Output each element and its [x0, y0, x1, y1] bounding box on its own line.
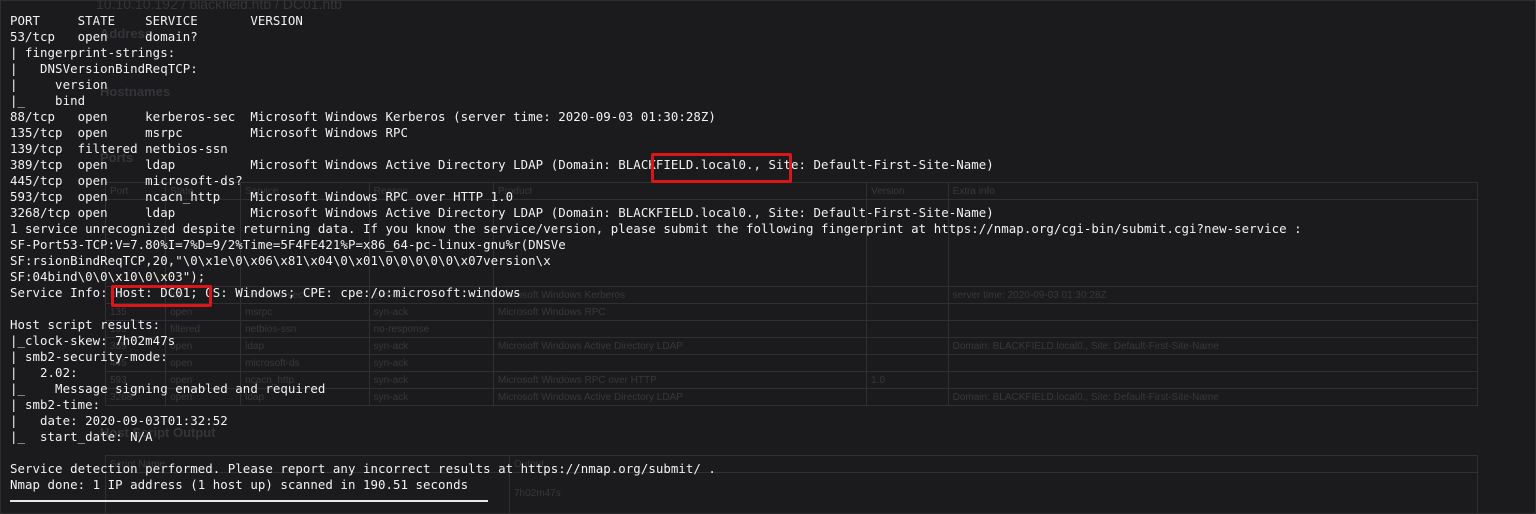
- cursor-underline: [10, 500, 488, 502]
- terminal-line: SF:04bind\0\0\x10\0\x03");: [10, 269, 206, 284]
- terminal-line: 1 service unrecognized despite returning…: [10, 221, 1302, 236]
- terminal-line: |_ start_date: N/A: [10, 429, 153, 444]
- terminal-line: 135/tcp open msrpc Microsoft Windows RPC: [10, 125, 409, 140]
- terminal-line: SF:rsionBindReqTCP,20,"\0\x1e\0\x06\x81\…: [10, 253, 551, 268]
- terminal-line: SF-Port53-TCP:V=7.80%I=7%D=9/2%Time=5F4F…: [10, 237, 566, 252]
- terminal-line: |_ bind: [10, 93, 86, 108]
- terminal-line: |_ Message signing enabled and required: [10, 381, 326, 396]
- highlight-host-box: [111, 285, 212, 307]
- terminal-line: | version: [10, 77, 108, 92]
- terminal-line: | date: 2020-09-03T01:32:52: [10, 413, 228, 428]
- terminal-line: | smb2-time:: [10, 397, 101, 412]
- terminal-line: | 2.02:: [10, 365, 78, 380]
- terminal-line: Host script results:: [10, 317, 161, 332]
- terminal-line: 53/tcp open domain?: [10, 29, 198, 44]
- terminal-line: 88/tcp open kerberos-sec Microsoft Windo…: [10, 109, 716, 124]
- terminal-line: Service detection performed. Please repo…: [10, 461, 716, 476]
- highlight-domain-box: [651, 153, 792, 183]
- terminal-line: Nmap done: 1 IP address (1 host up) scan…: [10, 477, 469, 492]
- terminal-line: 3268/tcp open ldap Microsoft Windows Act…: [10, 205, 994, 220]
- terminal-line: 593/tcp open ncacn_http Microsoft Window…: [10, 189, 514, 204]
- terminal-line: |_clock-skew: 7h02m47s: [10, 333, 176, 348]
- terminal-output: PORT STATE SERVICE VERSION 53/tcp open do…: [10, 13, 1302, 493]
- terminal-line: | smb2-security-mode:: [10, 349, 168, 364]
- terminal-line: PORT STATE SERVICE VERSION: [10, 13, 303, 28]
- terminal-line: | fingerprint-strings:: [10, 45, 176, 60]
- terminal-line: | DNSVersionBindReqTCP:: [10, 61, 198, 76]
